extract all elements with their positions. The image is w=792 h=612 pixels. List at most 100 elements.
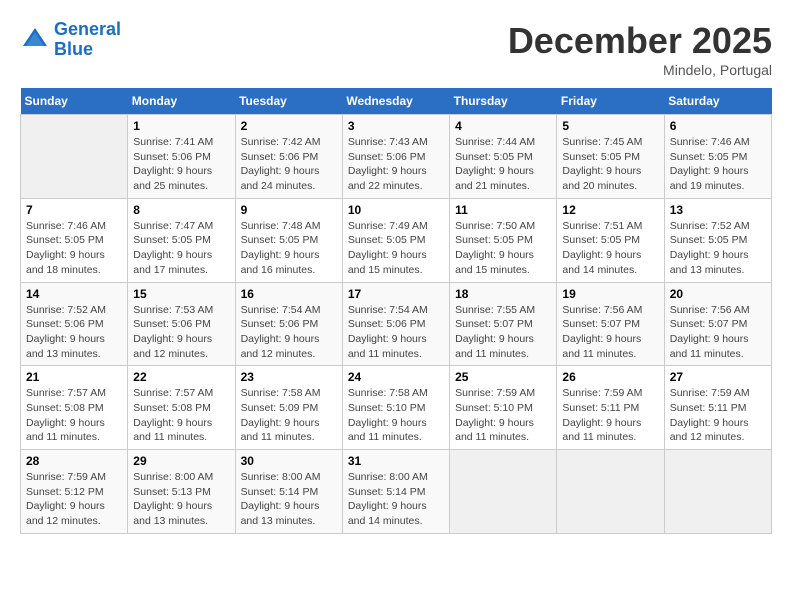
day-number: 21 [26, 370, 122, 384]
calendar-cell: 25 Sunrise: 7:59 AM Sunset: 5:10 PM Dayli… [450, 366, 557, 450]
calendar-cell: 28 Sunrise: 7:59 AM Sunset: 5:12 PM Dayli… [21, 450, 128, 534]
day-info: Sunrise: 7:58 AM Sunset: 5:09 PM Dayligh… [241, 386, 337, 445]
day-info: Sunrise: 7:49 AM Sunset: 5:05 PM Dayligh… [348, 219, 444, 278]
day-info: Sunrise: 7:45 AM Sunset: 5:05 PM Dayligh… [562, 135, 658, 194]
calendar-cell: 6 Sunrise: 7:46 AM Sunset: 5:05 PM Daylig… [664, 115, 771, 199]
weekday-header-tuesday: Tuesday [235, 88, 342, 115]
calendar-cell: 24 Sunrise: 7:58 AM Sunset: 5:10 PM Dayli… [342, 366, 449, 450]
logo-line2: Blue [54, 39, 93, 59]
day-info: Sunrise: 7:46 AM Sunset: 5:05 PM Dayligh… [26, 219, 122, 278]
day-number: 20 [670, 287, 766, 301]
calendar-cell: 18Sunrise: 7:55 AM Sunset: 5:07 PM Dayli… [450, 282, 557, 366]
page-header: General Blue December 2025 Mindelo, Port… [20, 20, 772, 78]
calendar-cell: 21Sunrise: 7:57 AM Sunset: 5:08 PM Dayli… [21, 366, 128, 450]
calendar-cell: 30Sunrise: 8:00 AM Sunset: 5:14 PM Dayli… [235, 450, 342, 534]
day-info: Sunrise: 7:46 AM Sunset: 5:05 PM Dayligh… [670, 135, 766, 194]
day-info: Sunrise: 7:41 AM Sunset: 5:06 PM Dayligh… [133, 135, 229, 194]
day-number: 2 [241, 119, 337, 133]
day-number: 7 [26, 203, 122, 217]
calendar-cell [450, 450, 557, 534]
day-number: 15 [133, 287, 229, 301]
day-info: Sunrise: 7:59 AM Sunset: 5:12 PM Dayligh… [26, 470, 122, 529]
day-info: Sunrise: 7:52 AM Sunset: 5:06 PM Dayligh… [26, 303, 122, 362]
day-number: 5 [562, 119, 658, 133]
calendar-week-row: 21 Sunrise: 7:57 AM Sunset: 5:08 PM Dayli… [21, 366, 772, 450]
day-number: 11 [455, 203, 551, 217]
day-number: 9 [241, 203, 337, 217]
day-number: 29 [133, 454, 229, 468]
calendar-cell: 17 Sunrise: 7:54 AM Sunset: 5:06 PM Dayli… [342, 282, 449, 366]
location-subtitle: Mindelo, Portugal [508, 62, 772, 78]
day-number: 17 [348, 287, 444, 301]
calendar-cell [664, 450, 771, 534]
month-title: December 2025 [508, 20, 772, 62]
calendar-week-row: 1Sunrise: 7:41 AM Sunset: 5:06 PM Daylig… [21, 115, 772, 199]
day-info: Sunrise: 7:54 AM Sunset: 5:06 PM Dayligh… [241, 303, 337, 362]
day-number: 6 [670, 119, 766, 133]
weekday-header-monday: Monday [128, 88, 235, 115]
calendar-cell: 26 Sunrise: 7:59 AM Sunset: 5:11 PM Dayli… [557, 366, 664, 450]
calendar-cell: 8Sunrise: 7:47 AM Sunset: 5:05 PM Daylig… [128, 198, 235, 282]
calendar-week-row: 7 Sunrise: 7:46 AM Sunset: 5:05 PM Daylig… [21, 198, 772, 282]
day-info: Sunrise: 7:59 AM Sunset: 5:10 PM Dayligh… [455, 386, 551, 445]
day-number: 28 [26, 454, 122, 468]
day-number: 19 [562, 287, 658, 301]
calendar-cell [557, 450, 664, 534]
weekday-header-thursday: Thursday [450, 88, 557, 115]
calendar-cell: 19 Sunrise: 7:56 AM Sunset: 5:07 PM Dayli… [557, 282, 664, 366]
day-number: 4 [455, 119, 551, 133]
calendar-cell: 29 Sunrise: 8:00 AM Sunset: 5:13 PM Dayli… [128, 450, 235, 534]
logo: General Blue [20, 20, 121, 60]
calendar-week-row: 28 Sunrise: 7:59 AM Sunset: 5:12 PM Dayli… [21, 450, 772, 534]
calendar-cell: 13 Sunrise: 7:52 AM Sunset: 5:05 PM Dayli… [664, 198, 771, 282]
day-number: 16 [241, 287, 337, 301]
weekday-header-row: SundayMondayTuesdayWednesdayThursdayFrid… [21, 88, 772, 115]
day-number: 23 [241, 370, 337, 384]
logo-line1: General [54, 19, 121, 39]
calendar-cell: 27 Sunrise: 7:59 AM Sunset: 5:11 PM Dayli… [664, 366, 771, 450]
day-info: Sunrise: 7:57 AM Sunset: 5:08 PM Dayligh… [133, 386, 229, 445]
weekday-header-sunday: Sunday [21, 88, 128, 115]
day-number: 25 [455, 370, 551, 384]
day-info: Sunrise: 7:50 AM Sunset: 5:05 PM Dayligh… [455, 219, 551, 278]
title-block: December 2025 Mindelo, Portugal [508, 20, 772, 78]
calendar-cell: 1Sunrise: 7:41 AM Sunset: 5:06 PM Daylig… [128, 115, 235, 199]
day-info: Sunrise: 7:56 AM Sunset: 5:07 PM Dayligh… [562, 303, 658, 362]
calendar-cell: 31Sunrise: 8:00 AM Sunset: 5:14 PM Dayli… [342, 450, 449, 534]
calendar-header: SundayMondayTuesdayWednesdayThursdayFrid… [21, 88, 772, 115]
day-info: Sunrise: 7:43 AM Sunset: 5:06 PM Dayligh… [348, 135, 444, 194]
day-info: Sunrise: 8:00 AM Sunset: 5:14 PM Dayligh… [348, 470, 444, 529]
day-info: Sunrise: 7:48 AM Sunset: 5:05 PM Dayligh… [241, 219, 337, 278]
day-number: 13 [670, 203, 766, 217]
day-number: 8 [133, 203, 229, 217]
calendar-cell [21, 115, 128, 199]
day-info: Sunrise: 7:52 AM Sunset: 5:05 PM Dayligh… [670, 219, 766, 278]
day-info: Sunrise: 7:51 AM Sunset: 5:05 PM Dayligh… [562, 219, 658, 278]
day-number: 10 [348, 203, 444, 217]
logo-text: General Blue [54, 20, 121, 60]
calendar-cell: 3Sunrise: 7:43 AM Sunset: 5:06 PM Daylig… [342, 115, 449, 199]
day-number: 26 [562, 370, 658, 384]
calendar-body: 1Sunrise: 7:41 AM Sunset: 5:06 PM Daylig… [21, 115, 772, 534]
day-info: Sunrise: 8:00 AM Sunset: 5:13 PM Dayligh… [133, 470, 229, 529]
calendar-cell: 16 Sunrise: 7:54 AM Sunset: 5:06 PM Dayli… [235, 282, 342, 366]
day-number: 14 [26, 287, 122, 301]
calendar-cell: 4 Sunrise: 7:44 AM Sunset: 5:05 PM Daylig… [450, 115, 557, 199]
day-info: Sunrise: 7:42 AM Sunset: 5:06 PM Dayligh… [241, 135, 337, 194]
day-info: Sunrise: 7:55 AM Sunset: 5:07 PM Dayligh… [455, 303, 551, 362]
day-info: Sunrise: 7:59 AM Sunset: 5:11 PM Dayligh… [670, 386, 766, 445]
day-info: Sunrise: 7:54 AM Sunset: 5:06 PM Dayligh… [348, 303, 444, 362]
calendar-cell: 12Sunrise: 7:51 AM Sunset: 5:05 PM Dayli… [557, 198, 664, 282]
calendar-cell: 23 Sunrise: 7:58 AM Sunset: 5:09 PM Dayli… [235, 366, 342, 450]
day-info: Sunrise: 7:56 AM Sunset: 5:07 PM Dayligh… [670, 303, 766, 362]
day-number: 24 [348, 370, 444, 384]
calendar-week-row: 14 Sunrise: 7:52 AM Sunset: 5:06 PM Dayli… [21, 282, 772, 366]
day-info: Sunrise: 7:59 AM Sunset: 5:11 PM Dayligh… [562, 386, 658, 445]
calendar-cell: 14 Sunrise: 7:52 AM Sunset: 5:06 PM Dayli… [21, 282, 128, 366]
calendar-cell: 15Sunrise: 7:53 AM Sunset: 5:06 PM Dayli… [128, 282, 235, 366]
calendar-cell: 2 Sunrise: 7:42 AM Sunset: 5:06 PM Daylig… [235, 115, 342, 199]
day-info: Sunrise: 7:44 AM Sunset: 5:05 PM Dayligh… [455, 135, 551, 194]
day-number: 27 [670, 370, 766, 384]
calendar-cell: 20 Sunrise: 7:56 AM Sunset: 5:07 PM Dayli… [664, 282, 771, 366]
day-info: Sunrise: 7:58 AM Sunset: 5:10 PM Dayligh… [348, 386, 444, 445]
